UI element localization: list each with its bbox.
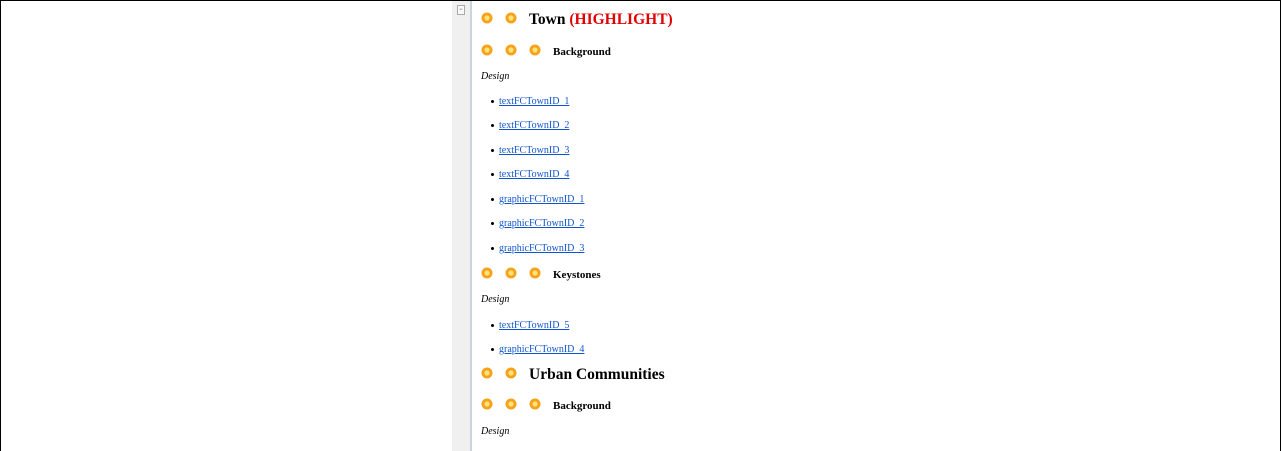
bullet: [491, 348, 494, 351]
sun-icon: [481, 267, 505, 282]
design-label: Design: [481, 71, 510, 82]
sun-icon: [481, 398, 505, 413]
heading-text: Urban Communities: [529, 366, 665, 383]
heading-text: Town: [529, 11, 566, 28]
bullet: [491, 100, 494, 103]
list-item: graphicFCTownID_2: [481, 218, 584, 229]
subheading-background: Background: [481, 44, 611, 59]
link-textfctownid-2[interactable]: textFCTownID_2: [499, 120, 569, 131]
left-gutter: ≡: [452, 1, 472, 451]
subheading-text: Background: [553, 45, 611, 58]
design-label: Design: [481, 426, 510, 437]
design-label: Design: [481, 294, 510, 305]
subheading-background: Background: [481, 398, 611, 413]
bullet: [491, 222, 494, 225]
bullet: [491, 198, 494, 201]
section-heading-town: Town (HIGHLIGHT): [481, 11, 673, 29]
section-heading-urban-communities: Urban Communities: [481, 366, 665, 384]
subheading-keystones: Keystones: [481, 267, 601, 282]
bullet: [491, 173, 494, 176]
link-textfctownid-1[interactable]: textFCTownID_1: [499, 96, 569, 107]
sun-icon: [505, 44, 529, 59]
list-item: graphicFCTownID_1: [481, 194, 584, 205]
sun-icon: [481, 11, 505, 29]
list-item: graphicFCTownID_3: [481, 243, 584, 254]
bullet: [491, 124, 494, 127]
subheading-text: Keystones: [553, 268, 601, 281]
highlight-tag: (HIGHLIGHT): [569, 11, 673, 28]
subheading-text: Background: [553, 399, 611, 412]
link-textfctownid-5[interactable]: textFCTownID_5: [499, 320, 569, 331]
sun-icon: [481, 366, 505, 384]
sun-icon: [505, 267, 529, 282]
list-item: textFCTownID_4: [481, 169, 569, 180]
collapse-toggle-icon[interactable]: ≡: [457, 5, 465, 15]
list-item: textFCTownID_5: [481, 320, 569, 331]
sun-icon: [505, 11, 529, 29]
sun-icon: [505, 398, 529, 413]
link-textfctownid-4[interactable]: textFCTownID_4: [499, 169, 569, 180]
sun-icon: [505, 366, 529, 384]
link-graphicfctownid-4[interactable]: graphicFCTownID_4: [499, 344, 584, 355]
sun-icon: [529, 44, 553, 59]
link-graphicfctownid-2[interactable]: graphicFCTownID_2: [499, 218, 584, 229]
link-textfctownid-3[interactable]: textFCTownID_3: [499, 145, 569, 156]
bullet: [491, 324, 494, 327]
list-item: graphicFCTownID_4: [481, 344, 584, 355]
bullet: [491, 149, 494, 152]
list-item: textFCTownID_1: [481, 96, 569, 107]
sun-icon: [481, 44, 505, 59]
link-graphicfctownid-1[interactable]: graphicFCTownID_1: [499, 194, 584, 205]
sun-icon: [529, 398, 553, 413]
sun-icon: [529, 267, 553, 282]
bullet: [491, 247, 494, 250]
list-item: textFCTownID_2: [481, 120, 569, 131]
list-item: textFCTownID_3: [481, 145, 569, 156]
link-graphicfctownid-3[interactable]: graphicFCTownID_3: [499, 243, 584, 254]
